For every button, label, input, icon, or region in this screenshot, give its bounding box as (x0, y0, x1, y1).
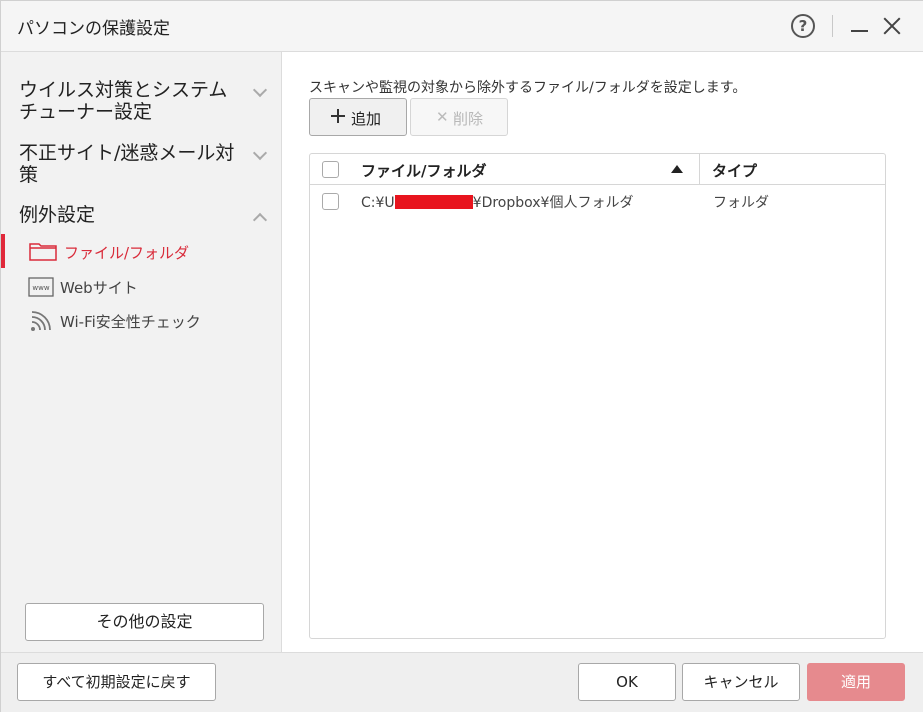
delete-button-label: 削除 (453, 110, 484, 128)
svg-text:www: www (32, 284, 49, 292)
nav-group-label: ウイルス対策とシステムチューナー設定 (19, 79, 228, 123)
folder-icon (29, 243, 57, 261)
column-header-file-folder[interactable]: ファイル/フォルダ (361, 160, 486, 181)
main-panel: スキャンや監視の対象から除外するファイル/フォルダを設定します。 追加 ✕ 削除… (283, 52, 923, 652)
title-bar: パソコンの保護設定 ? (1, 1, 923, 52)
close-x-icon: ✕ (436, 108, 449, 126)
sidebar-item-label: ファイル/フォルダ (64, 244, 190, 262)
footer-bar: すべて初期設定に戻す OK キャンセル 適用 (1, 652, 923, 712)
plus-icon (331, 109, 345, 123)
chevron-up-icon (252, 212, 268, 228)
www-icon: www (28, 277, 54, 297)
description-text: スキャンや監視の対象から除外するファイル/フォルダを設定します。 (309, 80, 747, 96)
sort-ascending-icon[interactable] (671, 165, 683, 173)
select-all-checkbox[interactable] (322, 161, 339, 178)
nav-group-label: 例外設定 (19, 204, 96, 226)
redaction-mark (394, 195, 473, 209)
sidebar-item-wifi-check[interactable]: Wi-Fi安全性チェック (1, 303, 282, 337)
sidebar-item-websites[interactable]: www Webサイト (1, 269, 282, 303)
sidebar-item-label: Wi-Fi安全性チェック (60, 313, 201, 331)
path-suffix: ¥Dropbox¥個人フォルダ (472, 195, 634, 211)
apply-button[interactable]: 適用 (807, 663, 905, 701)
sidebar: ウイルス対策とシステムチューナー設定 不正サイト/迷惑メール対策 例外設定 ファ… (1, 52, 282, 652)
column-header-type[interactable]: タイプ (712, 160, 757, 181)
path-prefix: C:¥U (361, 195, 395, 211)
nav-group-exceptions[interactable]: 例外設定 (19, 204, 269, 228)
chevron-down-icon (252, 145, 268, 161)
sidebar-item-files-folders[interactable]: ファイル/フォルダ (1, 234, 282, 268)
add-button[interactable]: 追加 (309, 98, 407, 136)
minimize-button[interactable] (847, 11, 873, 41)
other-settings-button[interactable]: その他の設定 (25, 603, 264, 641)
ok-button[interactable]: OK (578, 663, 676, 701)
table-header: ファイル/フォルダ タイプ (310, 154, 885, 185)
reset-defaults-button[interactable]: すべて初期設定に戻す (17, 663, 216, 701)
help-button[interactable]: ? (791, 14, 815, 38)
close-button[interactable] (879, 11, 905, 41)
nav-group-web-protection[interactable]: 不正サイト/迷惑メール対策 (19, 142, 269, 186)
cancel-button[interactable]: キャンセル (682, 663, 800, 701)
add-button-label: 追加 (351, 110, 382, 128)
table-row[interactable]: C:¥U ¥Dropbox¥個人フォルダ フォルダ (310, 186, 885, 216)
exclusion-table: ファイル/フォルダ タイプ C:¥U ¥Dropbox¥個人フォルダ フォルダ (309, 153, 886, 639)
delete-button[interactable]: ✕ 削除 (410, 98, 508, 136)
row-path: C:¥U ¥Dropbox¥個人フォルダ (361, 192, 633, 212)
title-separator (832, 15, 833, 37)
nav-group-virus-protection[interactable]: ウイルス対策とシステムチューナー設定 (19, 79, 269, 123)
wifi-icon (31, 311, 51, 331)
row-checkbox[interactable] (322, 193, 339, 210)
column-separator (699, 154, 700, 185)
window-title: パソコンの保護設定 (17, 19, 170, 39)
settings-window: パソコンの保護設定 ? ウイルス対策とシステムチューナー設定 不正サイト/迷惑メ… (0, 0, 923, 712)
chevron-down-icon (252, 82, 268, 98)
sidebar-item-label: Webサイト (60, 279, 138, 297)
row-type: フォルダ (713, 195, 769, 211)
nav-group-label: 不正サイト/迷惑メール対策 (19, 142, 235, 186)
